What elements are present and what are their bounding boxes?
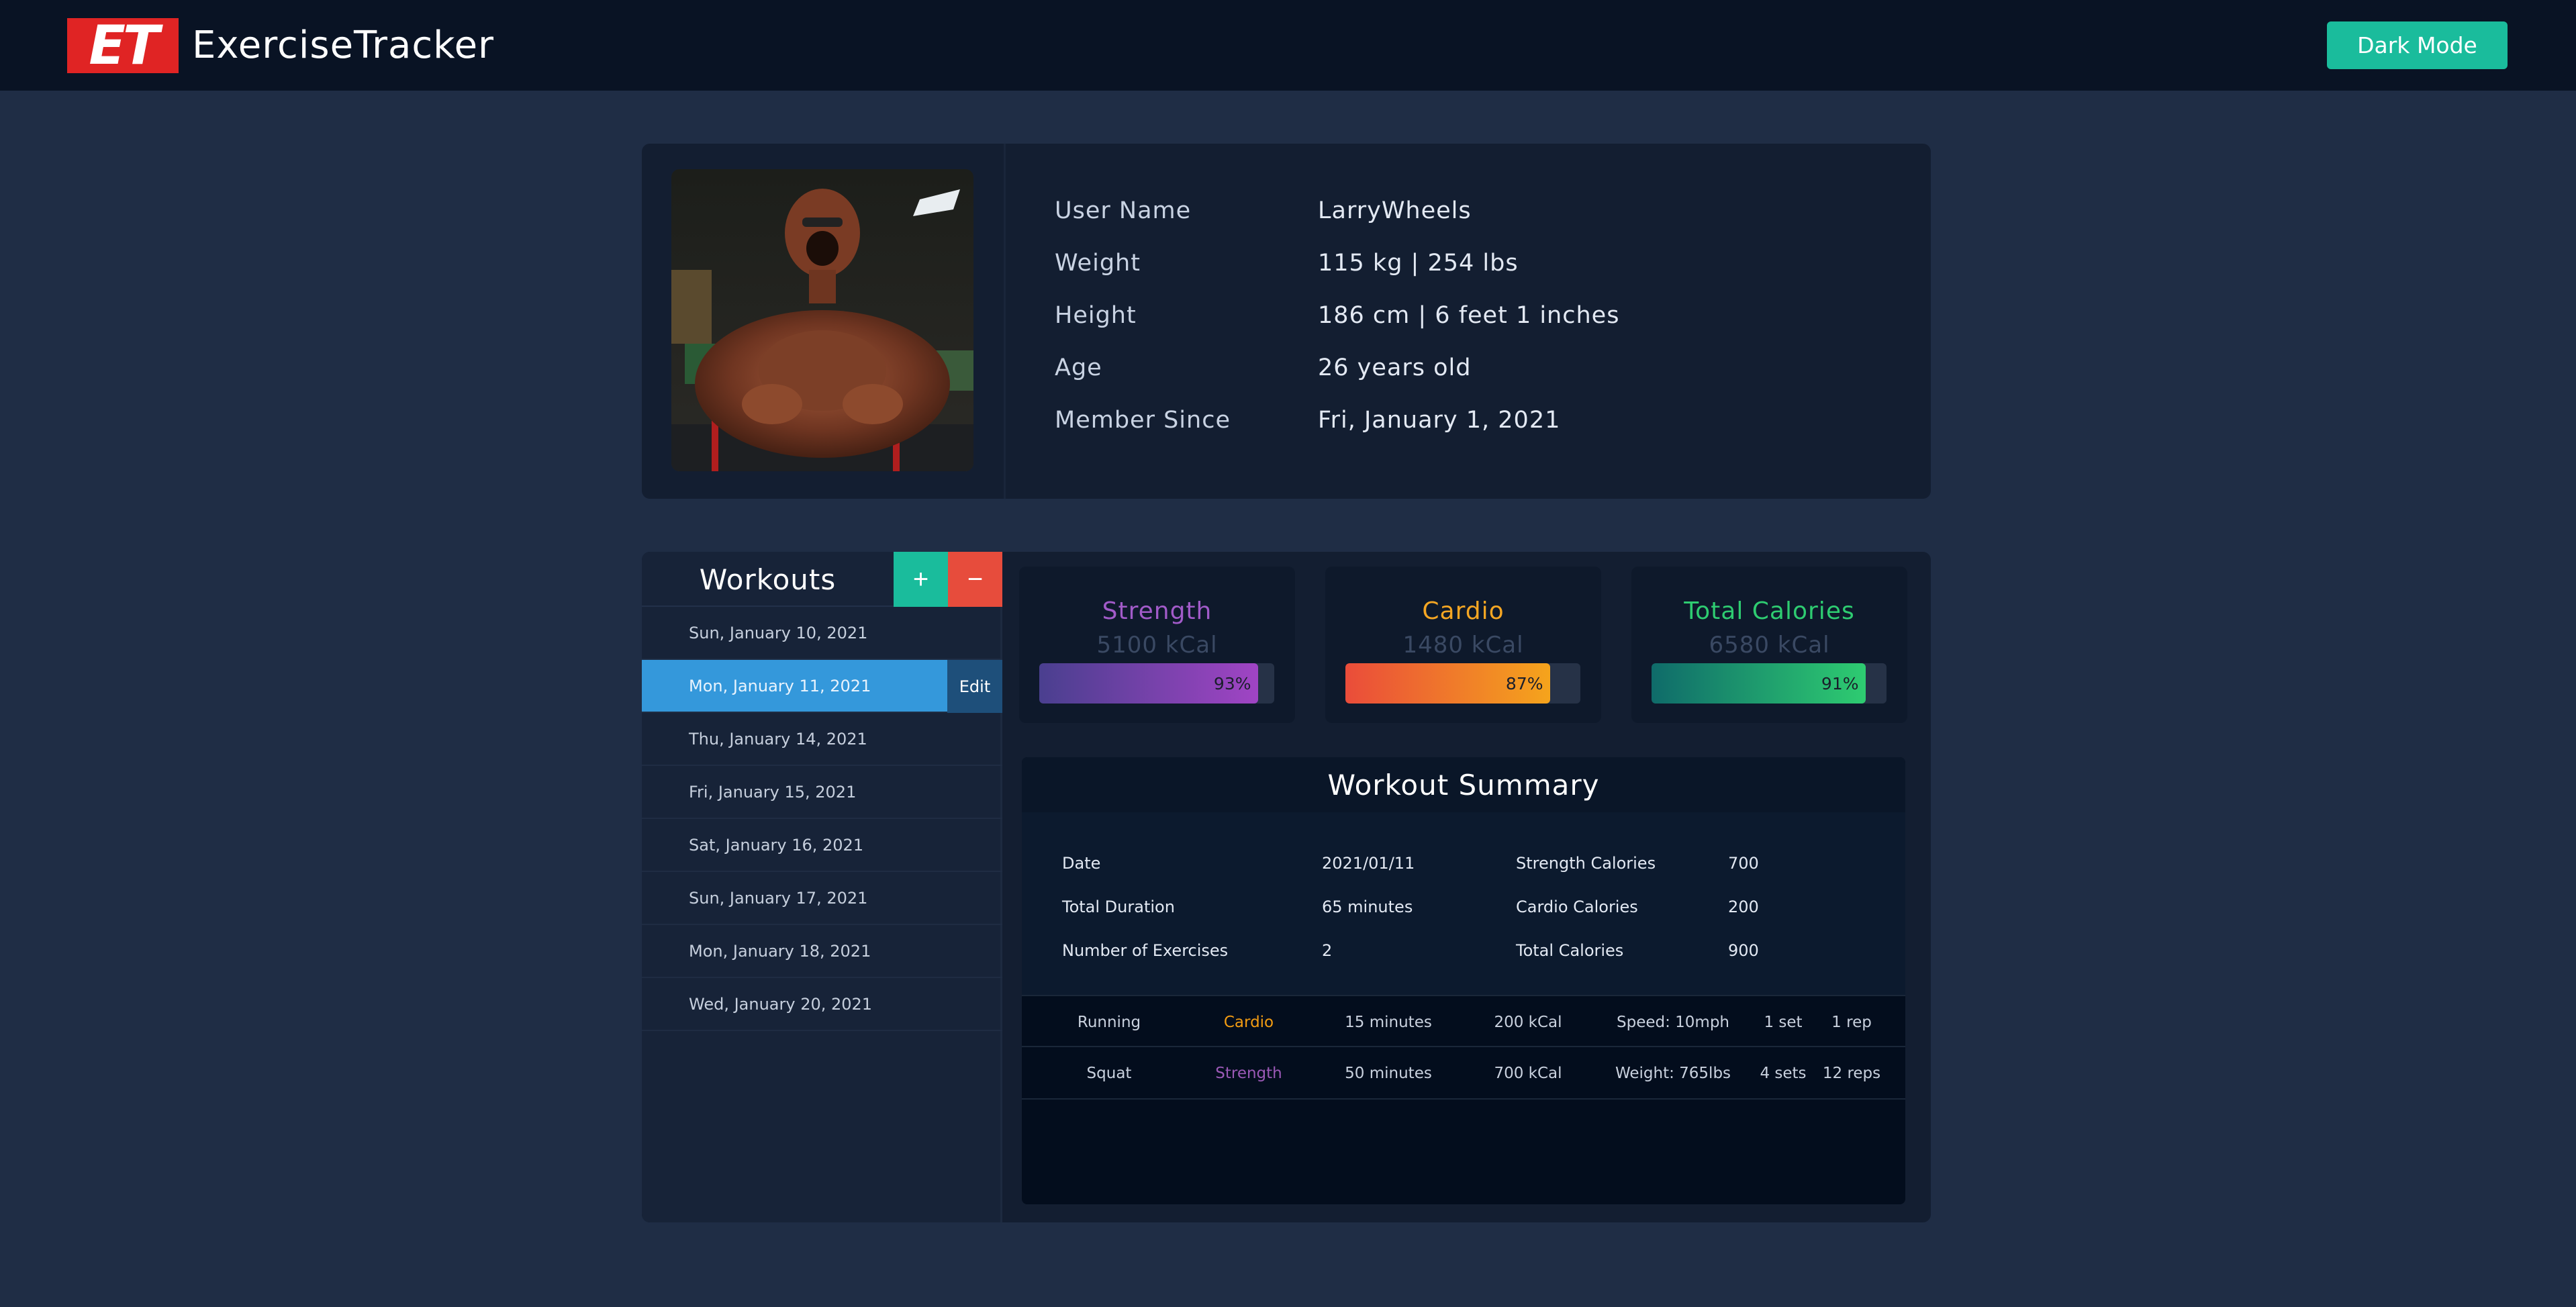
workout-date: Sat, January 16, 2021 (689, 835, 864, 855)
stat-value: 6580 kCal (1709, 632, 1830, 659)
workouts-sidebar: Workouts + − Sun, January 10, 2021 Mon, … (642, 552, 1002, 1222)
exercise-sets: 1 set (1764, 1014, 1803, 1031)
stat-title: Strength (1102, 597, 1212, 625)
profile-value-height: 186 cm | 6 feet 1 inches (1318, 302, 1620, 329)
progress-track: 91% (1652, 663, 1887, 704)
progress-bar-fill: 91% (1652, 663, 1866, 704)
profile-value-member-since: Fri, January 1, 2021 (1318, 407, 1561, 434)
progress-percent: 93% (1213, 673, 1251, 693)
summary-label-exercise-count: Number of Exercises (1062, 941, 1229, 960)
exercise-name: Squat (1086, 1065, 1132, 1082)
exercise-duration: 50 minutes (1345, 1065, 1432, 1082)
workout-list-item[interactable]: Mon, January 18, 2021 (642, 925, 1002, 978)
avatar (671, 169, 973, 471)
summary-value-date: 2021/01/11 (1322, 854, 1415, 873)
cardio-stat-card: Cardio 1480 kCal 87% (1325, 567, 1601, 723)
profile-label-member-since: Member Since (1055, 407, 1231, 434)
stat-value: 5100 kCal (1096, 632, 1218, 659)
sidebar-header: Workouts + − (642, 552, 1002, 607)
exercise-row[interactable]: Running Cardio 15 minutes 200 kCal Speed… (1022, 995, 1905, 1047)
workout-date: Mon, January 11, 2021 (689, 676, 871, 695)
progress-track: 93% (1039, 663, 1274, 704)
exercise-duration: 15 minutes (1345, 1014, 1432, 1031)
workout-list-item[interactable]: Sun, January 17, 2021 (642, 872, 1002, 925)
exercise-type: Cardio (1223, 1014, 1274, 1031)
workout-list-item[interactable]: Wed, January 20, 2021 (642, 978, 1002, 1031)
workout-date: Wed, January 20, 2021 (689, 994, 873, 1014)
exercise-reps: 1 rep (1831, 1014, 1872, 1031)
exercise-detail: Weight: 765lbs (1615, 1065, 1731, 1082)
stat-value: 1480 kCal (1402, 632, 1524, 659)
summary-label-duration: Total Duration (1062, 898, 1175, 916)
summary-label-cardio-calories: Cardio Calories (1516, 898, 1638, 916)
workout-date: Sun, January 17, 2021 (689, 888, 868, 908)
exercise-name: Running (1077, 1014, 1141, 1031)
workout-date: Mon, January 18, 2021 (689, 941, 871, 961)
workout-list-item[interactable]: Sun, January 10, 2021 (642, 607, 1002, 660)
progress-percent: 91% (1821, 673, 1859, 693)
progress-bar-fill: 93% (1039, 663, 1258, 704)
exercise-sets: 4 sets (1760, 1065, 1807, 1082)
workout-date: Sun, January 10, 2021 (689, 623, 868, 642)
exercise-row[interactable]: Squat Strength 50 minutes 700 kCal Weigh… (1022, 1047, 1905, 1100)
workouts-title: Workouts (699, 563, 837, 596)
summary-value-strength-calories: 700 (1728, 854, 1759, 873)
summary-label-total-calories: Total Calories (1516, 941, 1624, 960)
progress-bar-fill: 87% (1345, 663, 1550, 704)
summary-value-cardio-calories: 200 (1728, 898, 1759, 916)
profile-label-username: User Name (1055, 197, 1192, 224)
brand-logo[interactable]: ET (67, 17, 179, 73)
profile-label-age: Age (1055, 354, 1102, 381)
workout-list-item[interactable]: Sat, January 16, 2021 (642, 819, 1002, 872)
workout-list-item[interactable]: Fri, January 15, 2021 (642, 766, 1002, 819)
profile-label-height: Height (1055, 302, 1137, 329)
brand[interactable]: ET ExerciseTracker (67, 17, 494, 73)
summary-label-date: Date (1062, 854, 1101, 873)
exercise-calories: 700 kCal (1494, 1065, 1562, 1082)
workout-summary: Workout Summary Date 2021/01/11 Total Du… (1022, 757, 1905, 1204)
workout-list-item[interactable]: Thu, January 14, 2021 (642, 713, 1002, 766)
profile-label-weight: Weight (1055, 250, 1141, 277)
remove-workout-button[interactable]: − (948, 552, 1002, 607)
workout-date: Thu, January 14, 2021 (689, 729, 867, 748)
app-title[interactable]: ExerciseTracker (192, 23, 494, 67)
stat-title: Total Calories (1684, 597, 1855, 625)
exercise-type: Strength (1215, 1065, 1282, 1082)
add-workout-button[interactable]: + (894, 552, 948, 607)
exercise-detail: Speed: 10mph (1616, 1014, 1730, 1031)
profile-divider (1004, 144, 1006, 499)
workout-list-item-selected[interactable]: Mon, January 11, 2021 Edit (642, 660, 1002, 713)
strength-stat-card: Strength 5100 kCal 93% (1019, 567, 1295, 723)
stat-title: Cardio (1422, 597, 1505, 625)
progress-percent: 87% (1505, 673, 1543, 693)
profile-value-weight: 115 kg | 254 lbs (1318, 250, 1519, 277)
exercise-calories: 200 kCal (1494, 1014, 1562, 1031)
summary-value-exercise-count: 2 (1322, 941, 1333, 960)
summary-label-strength-calories: Strength Calories (1516, 854, 1656, 873)
workout-list: Sun, January 10, 2021 Mon, January 11, 2… (642, 607, 1002, 1031)
summary-value-total-calories: 900 (1728, 941, 1759, 960)
summary-info: Date 2021/01/11 Total Duration 65 minute… (1022, 812, 1905, 995)
summary-title: Workout Summary (1022, 757, 1905, 812)
progress-track: 87% (1345, 663, 1580, 704)
edit-workout-button[interactable]: Edit (947, 660, 1002, 713)
dark-mode-button[interactable]: Dark Mode (2327, 21, 2508, 69)
workout-date: Fri, January 15, 2021 (689, 782, 857, 802)
workouts-panel: Workouts + − Sun, January 10, 2021 Mon, … (642, 552, 1931, 1222)
profile-value-age: 26 years old (1318, 354, 1472, 381)
profile-card: User Name LarryWheels Weight 115 kg | 25… (642, 144, 1931, 499)
user-photo-icon (671, 169, 973, 471)
summary-value-duration: 65 minutes (1322, 898, 1413, 916)
exercise-reps: 12 reps (1822, 1065, 1881, 1082)
total-calories-stat-card: Total Calories 6580 kCal 91% (1631, 567, 1907, 723)
navbar: ET ExerciseTracker Dark Mode (0, 0, 2576, 91)
profile-value-username: LarryWheels (1318, 197, 1472, 224)
